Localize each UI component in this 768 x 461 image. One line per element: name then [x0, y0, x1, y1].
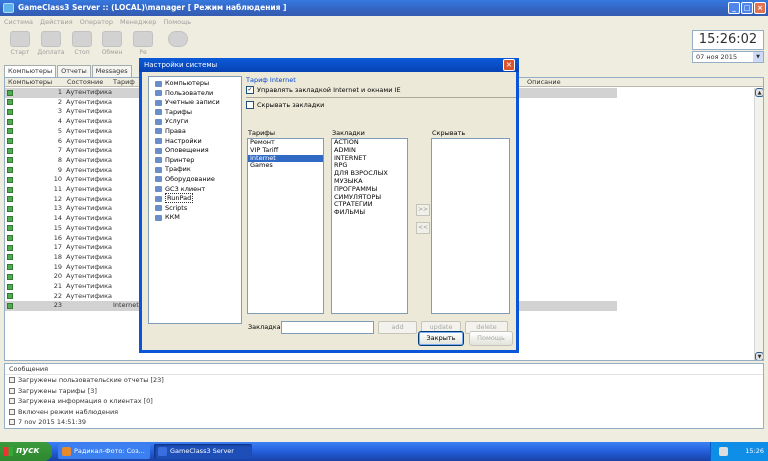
bookmark-field-label: Закладка — [248, 323, 281, 331]
tree-item-scripts[interactable]: Scripts — [149, 204, 241, 214]
windows-logo-icon — [4, 447, 13, 456]
system-tray: 15:26 — [710, 442, 768, 461]
tray-clock: 15:26 — [745, 447, 764, 455]
gameclass-icon — [158, 447, 167, 456]
services-icon — [155, 118, 162, 125]
accounts-icon — [155, 99, 162, 106]
manage-bookmarks-checkbox[interactable]: ✓ Управлять закладкой Internet и окнами I… — [246, 85, 516, 95]
move-right-button[interactable]: >> — [416, 204, 430, 216]
dialog-title: Настройки системы — [139, 58, 519, 72]
traffic-icon — [155, 166, 162, 173]
tree-item-notifications[interactable]: Оповещения — [149, 146, 241, 156]
bookmark-name-input[interactable] — [281, 321, 374, 334]
tariffs-list[interactable]: Ремонт VIP Tariff Internet Games — [247, 138, 324, 314]
list-item[interactable]: Games — [248, 162, 323, 170]
equipment-icon — [155, 176, 162, 183]
key-icon — [155, 128, 162, 135]
hide-bookmarks-checkbox[interactable]: Скрывать закладки — [246, 100, 516, 110]
tree-item-kkm[interactable]: ККМ — [149, 213, 241, 223]
checkbox-unchecked-icon — [246, 101, 254, 109]
add-button[interactable]: add — [378, 321, 417, 334]
help-button[interactable]: Помощь — [469, 331, 513, 346]
tree-item-settings[interactable]: Настройки — [149, 137, 241, 147]
start-button-taskbar[interactable]: пуск — [0, 442, 52, 461]
tree-item-tariffs[interactable]: Тарифы — [149, 108, 241, 118]
script-icon — [155, 205, 162, 212]
list-item[interactable]: ФИЛЬМЫ — [332, 208, 407, 217]
runpad-icon — [155, 195, 162, 202]
hidden-bookmarks-list[interactable] — [431, 138, 510, 314]
users-icon — [155, 90, 162, 97]
tree-item-users[interactable]: Пользователи — [149, 89, 241, 99]
hide-label: Скрывать — [432, 129, 466, 137]
tree-item-gc3-client[interactable]: GC3 клиент — [149, 185, 241, 195]
task-gameclass[interactable]: GameClass3 Server — [154, 444, 252, 459]
gear-icon — [155, 138, 162, 145]
taskbar: пуск Радикал-Фото: Соз... GameClass3 Ser… — [0, 442, 768, 461]
dialog-close-button[interactable]: × — [503, 59, 515, 71]
tree-item-traffic[interactable]: Трафик — [149, 165, 241, 175]
tree-item-computers[interactable]: Компьютеры — [149, 79, 241, 89]
tree-item-runpad[interactable]: RunPad — [149, 193, 241, 204]
move-left-button[interactable]: << — [416, 222, 430, 234]
checkbox-checked-icon: ✓ — [246, 86, 254, 94]
group-title: Тариф Internet — [246, 76, 296, 84]
browser-icon — [62, 447, 71, 456]
separator — [246, 97, 516, 98]
bookmarks-list[interactable]: ACTION ADMIN INTERNET RPG ДЛЯ ВЗРОСЛЫХ М… — [331, 138, 408, 314]
runpad-panel: Тариф Internet ✓ Управлять закладкой Inte… — [246, 76, 516, 334]
tariff-icon — [155, 109, 162, 116]
tree-item-printer[interactable]: Принтер — [149, 156, 241, 166]
cash-register-icon — [155, 214, 162, 221]
client-icon — [155, 186, 162, 193]
bell-icon — [155, 147, 162, 154]
close-dialog-button[interactable]: Закрыть — [418, 331, 464, 346]
tree-item-equipment[interactable]: Оборудование — [149, 175, 241, 185]
tray-app-icon[interactable] — [719, 447, 728, 456]
tree-item-accounts[interactable]: Учетные записи — [149, 98, 241, 108]
printer-icon — [155, 157, 162, 164]
tree-item-services[interactable]: Услуги — [149, 117, 241, 127]
task-radikal[interactable]: Радикал-Фото: Соз... — [58, 444, 150, 459]
computer-icon — [155, 80, 162, 87]
bookmarks-label: Закладки — [332, 129, 365, 137]
tariffs-label: Тарифы — [248, 129, 275, 137]
settings-dialog: Настройки системы × Компьютеры Пользоват… — [139, 58, 519, 353]
settings-tree: Компьютеры Пользователи Учетные записи Т… — [148, 76, 242, 324]
tree-item-rights[interactable]: Права — [149, 127, 241, 137]
